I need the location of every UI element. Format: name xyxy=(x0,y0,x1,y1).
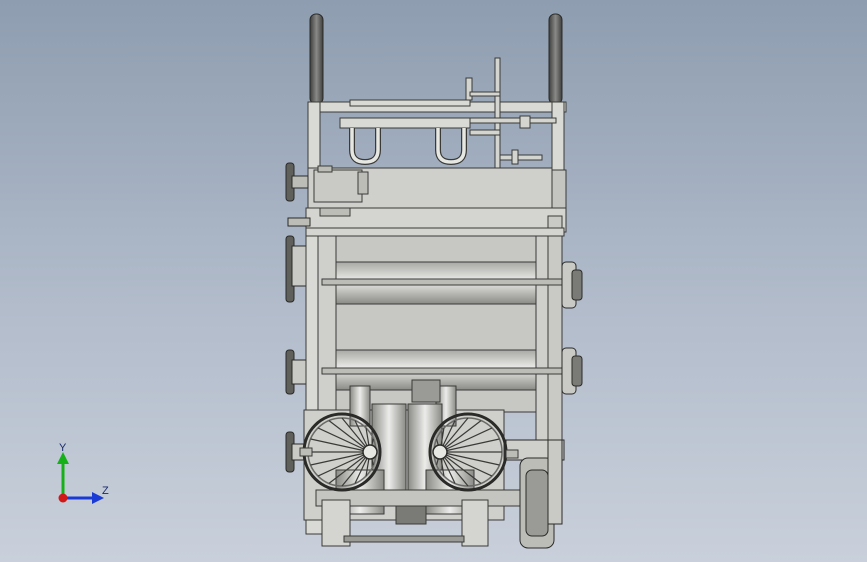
shaft-stub xyxy=(299,447,313,457)
cad-viewport[interactable]: Y Z xyxy=(0,0,867,562)
u-bolt-right xyxy=(435,128,467,166)
z-axis-label: Z xyxy=(102,485,109,497)
shaft-stub-right xyxy=(505,449,519,459)
right-bearings xyxy=(561,261,583,395)
left-handle xyxy=(309,13,324,105)
x-axis-dot xyxy=(58,493,68,503)
u-bolt-left xyxy=(349,128,381,166)
coordinate-triad: Y Z xyxy=(48,440,118,510)
tension-rods xyxy=(465,57,557,169)
roller-lower xyxy=(321,349,569,391)
right-handle xyxy=(548,13,563,105)
y-axis-label: Y xyxy=(59,442,67,454)
upper-motor xyxy=(313,165,369,203)
machine-model[interactable] xyxy=(0,0,867,562)
roller-upper xyxy=(321,261,569,305)
